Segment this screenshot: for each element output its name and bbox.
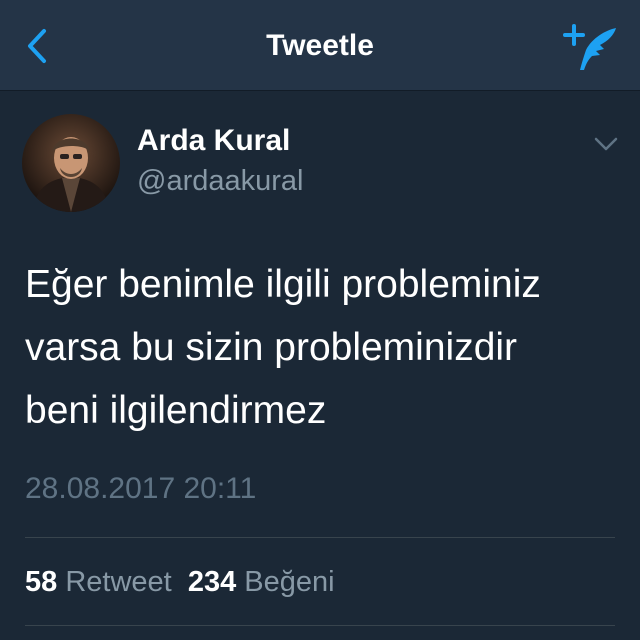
tweet-text-line: beni ilgilendirmez [25, 389, 327, 432]
like-label: Beğeni [244, 566, 335, 598]
retweet-count: 58 [25, 566, 58, 598]
author-handle[interactable]: @ardaakural [137, 162, 303, 200]
profile-photo-icon [22, 114, 120, 212]
like-stat[interactable]: 234 Beğeni [188, 566, 335, 598]
tweet-text-line: Eğer benimle ilgili probleminiz [25, 263, 541, 306]
divider [25, 537, 615, 538]
avatar[interactable] [22, 114, 120, 212]
tweet-detail-screen: Tweetle Arda Kural @ardaakural Eğer beni… [0, 0, 640, 640]
navigation-bar: Tweetle [0, 0, 640, 91]
author-name[interactable]: Arda Kural [137, 122, 290, 160]
tweet-timestamp: 28.08.2017 20:11 [25, 472, 257, 505]
tweet-stats: 58 Retweet 234 Beğeni [25, 563, 335, 601]
chevron-down-icon [594, 137, 618, 151]
divider [25, 625, 615, 626]
tweet-text: Eğer benimle ilgili probleminiz varsa bu… [25, 253, 625, 442]
compose-tweet-icon [563, 24, 616, 70]
tweet-text-line: varsa bu sizin probleminizdir [25, 326, 518, 369]
like-count: 234 [187, 566, 237, 598]
retweet-stat[interactable]: 58 Retweet [25, 566, 172, 598]
retweet-label: Retweet [65, 566, 172, 598]
page-title: Tweetle [266, 29, 374, 62]
compose-tweet-button[interactable] [562, 20, 622, 74]
more-options-button[interactable] [592, 134, 620, 154]
